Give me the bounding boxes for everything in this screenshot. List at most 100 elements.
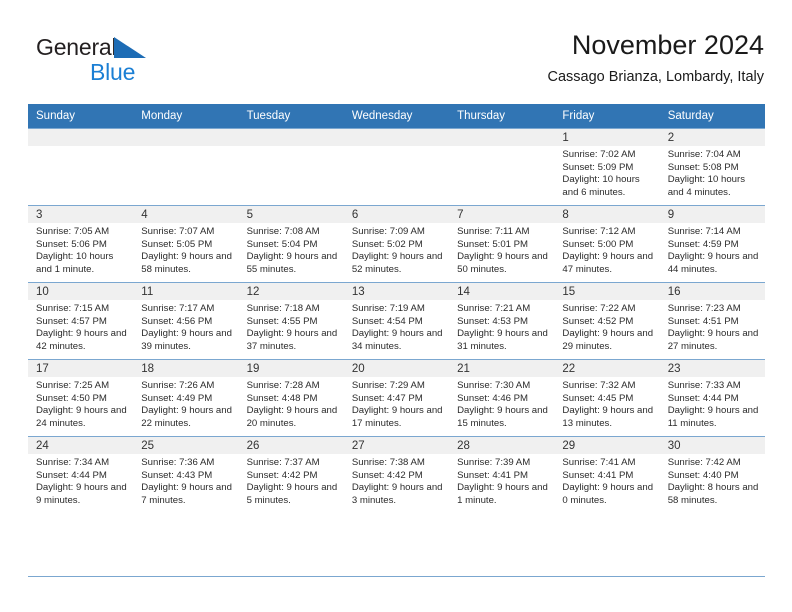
day-number: 30 (659, 437, 765, 454)
daylight-text: Daylight: 10 hours and 1 minute. (36, 251, 114, 275)
day-number (28, 129, 134, 146)
day-details: Sunrise: 7:18 AM Sunset: 4:55 PM Daylight:… (239, 300, 344, 353)
day-number: 3 (28, 206, 134, 223)
sunset-text: Sunset: 4:42 PM (246, 469, 318, 481)
day-details: Sunrise: 7:04 AM Sunset: 5:08 PM Daylight:… (660, 146, 765, 199)
calendar-head: Sunday Monday Tuesday Wednesday Thursday… (28, 104, 765, 129)
weekday-header-row: Sunday Monday Tuesday Wednesday Thursday… (28, 104, 765, 129)
calendar-day-cell[interactable]: 23 Sunrise: 7:33 AM Sunset: 4:44 PM Dayligh… (659, 359, 765, 437)
day-details: Sunrise: 7:37 AM Sunset: 4:42 PM Daylight:… (239, 454, 344, 507)
calendar-day-cell[interactable]: 27 Sunrise: 7:38 AM Sunset: 4:42 PM Dayligh… (343, 436, 450, 513)
daylight-text: Daylight: 9 hours and 39 minutes. (141, 328, 232, 352)
day-number: 1 (554, 129, 660, 146)
calendar-day-cell[interactable]: 26 Sunrise: 7:37 AM Sunset: 4:42 PM Dayligh… (238, 436, 344, 513)
sunrise-text: Sunrise: 7:30 AM (457, 380, 531, 391)
day-details: Sunrise: 7:29 AM Sunset: 4:47 PM Daylight:… (344, 377, 449, 430)
sunrise-text: Sunrise: 7:39 AM (457, 457, 531, 468)
calendar-day-cell[interactable]: 7 Sunrise: 7:11 AM Sunset: 5:01 PM Daylight… (449, 205, 555, 283)
day-number: 5 (238, 206, 344, 223)
daylight-text: Daylight: 9 hours and 55 minutes. (246, 251, 338, 275)
calendar-day-cell[interactable]: 4 Sunrise: 7:07 AM Sunset: 5:05 PM Daylight… (133, 205, 239, 283)
sunrise-text: Sunrise: 7:19 AM (351, 303, 425, 314)
sunset-text: Sunset: 5:04 PM (246, 238, 318, 250)
calendar-day-cell[interactable]: 22 Sunrise: 7:32 AM Sunset: 4:45 PM Dayligh… (554, 359, 660, 437)
calendar-day-cell[interactable]: 29 Sunrise: 7:41 AM Sunset: 4:41 PM Dayligh… (554, 436, 660, 513)
daylight-text: Daylight: 9 hours and 1 minute. (457, 482, 548, 506)
day-number: 6 (343, 206, 450, 223)
grid-bottom-border (28, 576, 765, 577)
calendar-day-cell[interactable]: 18 Sunrise: 7:26 AM Sunset: 4:49 PM Dayligh… (133, 359, 239, 437)
calendar-week-row: 10 Sunrise: 7:15 AM Sunset: 4:57 PM Dayligh… (28, 282, 765, 360)
sunrise-text: Sunrise: 7:38 AM (351, 457, 425, 468)
day-number (133, 129, 239, 146)
sunset-text: Sunset: 5:05 PM (141, 238, 213, 250)
day-number: 19 (238, 360, 344, 377)
calendar-day-cell[interactable]: 10 Sunrise: 7:15 AM Sunset: 4:57 PM Dayligh… (28, 282, 134, 360)
sunset-text: Sunset: 4:55 PM (246, 315, 318, 327)
weekday-header-thursday: Thursday (449, 104, 555, 129)
day-details: Sunrise: 7:25 AM Sunset: 4:50 PM Daylight:… (28, 377, 133, 430)
brand-logo[interactable]: General Blue (28, 34, 248, 90)
calendar-day-cell[interactable]: 12 Sunrise: 7:18 AM Sunset: 4:55 PM Dayligh… (238, 282, 344, 360)
day-number: 29 (554, 437, 660, 454)
calendar-day-cell[interactable]: 25 Sunrise: 7:36 AM Sunset: 4:43 PM Dayligh… (133, 436, 239, 513)
calendar-day-cell[interactable]: 3 Sunrise: 7:05 AM Sunset: 5:06 PM Daylight… (28, 205, 134, 283)
sunrise-text: Sunrise: 7:17 AM (141, 303, 215, 314)
daylight-text: Daylight: 9 hours and 3 minutes. (351, 482, 443, 506)
sunrise-text: Sunrise: 7:07 AM (141, 226, 215, 237)
sunrise-text: Sunrise: 7:11 AM (457, 226, 530, 237)
sunrise-text: Sunrise: 7:25 AM (36, 380, 110, 391)
brand-word-blue: Blue (90, 59, 136, 85)
calendar-day-cell[interactable]: 19 Sunrise: 7:28 AM Sunset: 4:48 PM Dayligh… (238, 359, 344, 437)
day-number: 15 (554, 283, 660, 300)
calendar-day-cell[interactable]: 6 Sunrise: 7:09 AM Sunset: 5:02 PM Daylight… (343, 205, 450, 283)
day-details: Sunrise: 7:19 AM Sunset: 4:54 PM Daylight:… (344, 300, 449, 353)
sunrise-text: Sunrise: 7:02 AM (562, 149, 636, 160)
calendar-day-cell[interactable]: 28 Sunrise: 7:39 AM Sunset: 4:41 PM Dayligh… (449, 436, 555, 513)
day-details: Sunrise: 7:39 AM Sunset: 4:41 PM Daylight:… (449, 454, 554, 507)
calendar-grid: Sunday Monday Tuesday Wednesday Thursday… (28, 104, 765, 513)
sunset-text: Sunset: 4:51 PM (667, 315, 739, 327)
calendar-week-row: 1 Sunrise: 7:02 AM Sunset: 5:09 PM Daylight… (28, 128, 765, 206)
day-details: Sunrise: 7:15 AM Sunset: 4:57 PM Daylight:… (28, 300, 133, 353)
brand-word-general: General (36, 34, 117, 60)
daylight-text: Daylight: 9 hours and 0 minutes. (562, 482, 654, 506)
calendar-day-cell[interactable]: 11 Sunrise: 7:17 AM Sunset: 4:56 PM Dayligh… (133, 282, 239, 360)
calendar-day-cell[interactable]: 1 Sunrise: 7:02 AM Sunset: 5:09 PM Daylight… (554, 128, 660, 206)
day-number: 25 (133, 437, 239, 454)
sunrise-text: Sunrise: 7:12 AM (562, 226, 636, 237)
sunrise-text: Sunrise: 7:42 AM (667, 457, 741, 468)
calendar-week-row: 3 Sunrise: 7:05 AM Sunset: 5:06 PM Daylight… (28, 205, 765, 283)
calendar-day-cell[interactable]: 17 Sunrise: 7:25 AM Sunset: 4:50 PM Dayligh… (28, 359, 134, 437)
day-number: 10 (28, 283, 134, 300)
calendar-day-cell[interactable]: 21 Sunrise: 7:30 AM Sunset: 4:46 PM Dayligh… (449, 359, 555, 437)
calendar-day-cell[interactable]: 5 Sunrise: 7:08 AM Sunset: 5:04 PM Daylight… (238, 205, 344, 283)
calendar-day-cell[interactable]: 14 Sunrise: 7:21 AM Sunset: 4:53 PM Dayligh… (449, 282, 555, 360)
day-details: Sunrise: 7:08 AM Sunset: 5:04 PM Daylight:… (239, 223, 344, 276)
weekday-header-monday: Monday (133, 104, 239, 129)
calendar-day-cell[interactable]: 15 Sunrise: 7:22 AM Sunset: 4:52 PM Dayligh… (554, 282, 660, 360)
calendar-day-cell[interactable]: 30 Sunrise: 7:42 AM Sunset: 4:40 PM Dayligh… (659, 436, 765, 513)
day-number: 27 (343, 437, 450, 454)
calendar-body: 1 Sunrise: 7:02 AM Sunset: 5:09 PM Daylight… (28, 128, 765, 513)
calendar-page: General Blue November 2024 Cassago Brian… (0, 0, 792, 612)
calendar-day-cell[interactable]: 2 Sunrise: 7:04 AM Sunset: 5:08 PM Daylight… (659, 128, 765, 206)
calendar-day-cell[interactable]: 13 Sunrise: 7:19 AM Sunset: 4:54 PM Dayligh… (343, 282, 450, 360)
daylight-text: Daylight: 9 hours and 58 minutes. (141, 251, 232, 275)
sunrise-text: Sunrise: 7:22 AM (562, 303, 636, 314)
calendar-day-cell[interactable]: 9 Sunrise: 7:14 AM Sunset: 4:59 PM Daylight… (659, 205, 765, 283)
day-number: 21 (449, 360, 555, 377)
calendar-day-cell[interactable]: 16 Sunrise: 7:23 AM Sunset: 4:51 PM Dayligh… (659, 282, 765, 360)
day-number: 18 (133, 360, 239, 377)
day-details: Sunrise: 7:36 AM Sunset: 4:43 PM Daylight:… (133, 454, 238, 507)
calendar-day-cell[interactable]: 8 Sunrise: 7:12 AM Sunset: 5:00 PM Daylight… (554, 205, 660, 283)
sunrise-text: Sunrise: 7:37 AM (246, 457, 320, 468)
day-number: 24 (28, 437, 134, 454)
weekday-header-saturday: Saturday (659, 104, 765, 129)
day-details: Sunrise: 7:30 AM Sunset: 4:46 PM Daylight:… (449, 377, 554, 430)
calendar-day-cell[interactable]: 20 Sunrise: 7:29 AM Sunset: 4:47 PM Dayligh… (343, 359, 450, 437)
sunrise-text: Sunrise: 7:09 AM (351, 226, 425, 237)
daylight-text: Daylight: 9 hours and 17 minutes. (351, 405, 443, 429)
sunset-text: Sunset: 5:02 PM (351, 238, 423, 250)
calendar-day-cell[interactable]: 24 Sunrise: 7:34 AM Sunset: 4:44 PM Dayligh… (28, 436, 134, 513)
